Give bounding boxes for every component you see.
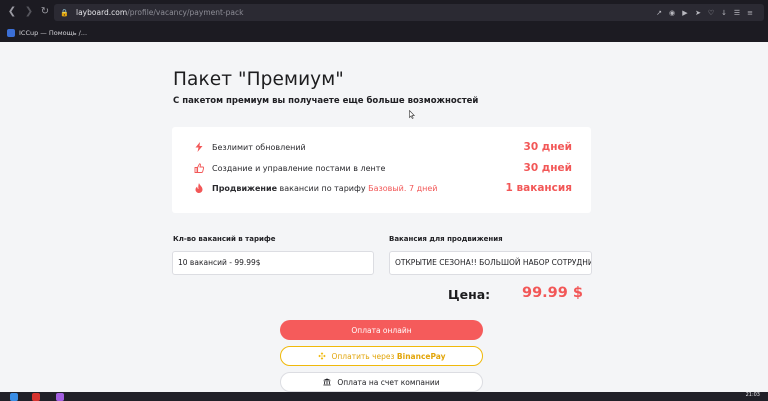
- clock: 21:03: [745, 392, 760, 398]
- share-icon[interactable]: ↗: [655, 9, 663, 17]
- feature-value: 1 вакансия: [505, 182, 572, 194]
- opera-icon[interactable]: [32, 393, 40, 401]
- page-subtitle: С пакетом премиум вы получаете еще больш…: [173, 96, 479, 106]
- page-content: Пакет "Премиум" С пакетом премиум вы пол…: [0, 42, 768, 392]
- feature-value: 30 дней: [523, 162, 572, 174]
- bookmark-favicon-icon: [7, 29, 15, 37]
- page-title: Пакет "Премиум": [173, 69, 344, 90]
- toolbar-icons: ↗ ◉ ▶ ➤ ♡ ↓ ☰ ≡: [655, 9, 754, 17]
- pay-binance-button[interactable]: Оплатить через BinancePay: [280, 346, 483, 366]
- vacancies-count-label: Кл-во вакансий в тарифе: [173, 235, 276, 243]
- feature-row-posts: Создание и управление постами в ленте: [194, 161, 385, 175]
- reload-icon[interactable]: ↻: [38, 5, 52, 19]
- url-text: layboard.com/profile/vacancy/payment-pac…: [76, 8, 244, 17]
- lock-icon: 🔒: [60, 8, 69, 17]
- feature-row-promotion: Продвижение вакансии по тарифу Базовый. …: [194, 181, 437, 195]
- pay-online-button[interactable]: Оплата онлайн: [280, 320, 483, 340]
- price-value: 99.99 $: [522, 285, 584, 301]
- pay-company-button[interactable]: Оплата на счет компании: [280, 372, 483, 392]
- os-taskbar: 21:03: [0, 392, 768, 401]
- feature-bold: Продвижение: [212, 183, 277, 193]
- pay-company-label: Оплата на счет компании: [337, 377, 440, 387]
- thumbs-up-icon: [194, 163, 204, 173]
- mouse-cursor-icon: [409, 110, 415, 119]
- feature-text: Безлимит обновлений: [212, 142, 306, 152]
- heart-icon[interactable]: ♡: [707, 9, 715, 17]
- address-bar[interactable]: 🔒 layboard.com/profile/vacancy/payment-p…: [54, 4, 764, 21]
- tariff-link[interactable]: Базовый. 7 дней: [368, 184, 437, 193]
- send-icon[interactable]: ➤: [694, 9, 702, 17]
- bank-icon: [323, 378, 332, 386]
- back-icon[interactable]: ❮: [5, 5, 19, 19]
- flame-icon: [194, 183, 204, 193]
- binance-icon: [317, 352, 326, 360]
- pay-binance-prefix: Оплатить через: [331, 351, 395, 361]
- browser-chrome: ❮ ❯ ↻ 🔒 layboard.com/profile/vacancy/pay…: [0, 0, 768, 42]
- price-label: Цена:: [448, 287, 491, 302]
- forward-icon[interactable]: ❯: [22, 5, 36, 19]
- feature-row-updates: Безлимит обновлений: [194, 140, 306, 154]
- camera-icon[interactable]: ◉: [668, 9, 676, 17]
- play-icon[interactable]: ▶: [681, 9, 689, 17]
- bookmark-item[interactable]: ICCup — Помощь /...: [19, 29, 87, 37]
- download-icon[interactable]: ↓: [720, 9, 728, 17]
- feature-mid: вакансии по тарифу: [277, 183, 369, 193]
- binance-brand: BinancePay: [396, 351, 446, 361]
- app-icon[interactable]: [56, 393, 64, 401]
- feature-text: Создание и управление постами в ленте: [212, 163, 386, 173]
- reader-icon[interactable]: ☰: [733, 9, 741, 17]
- pay-online-label: Оплата онлайн: [351, 325, 412, 335]
- bookmarks-bar: ICCup — Помощь /...: [0, 25, 768, 41]
- promo-vacancy-label: Вакансия для продвижения: [389, 235, 503, 243]
- feature-value: 30 дней: [523, 141, 572, 153]
- lightning-icon: [194, 142, 204, 152]
- menu-icon[interactable]: ≡: [746, 9, 754, 17]
- vacancies-count-select[interactable]: 10 вакансий - 99.99$: [172, 251, 374, 275]
- browser-toolbar: ❮ ❯ ↻ 🔒 layboard.com/profile/vacancy/pay…: [0, 0, 768, 24]
- features-card: Безлимит обновлений 30 дней Создание и у…: [172, 127, 591, 213]
- feature-text: Продвижение вакансии по тарифу Базовый. …: [212, 184, 437, 193]
- start-icon[interactable]: [10, 393, 18, 401]
- promo-vacancy-select[interactable]: ОТКРЫТИЕ СЕЗОНА!! БОЛЬШОЙ НАБОР СОТРУДНИ…: [389, 251, 592, 275]
